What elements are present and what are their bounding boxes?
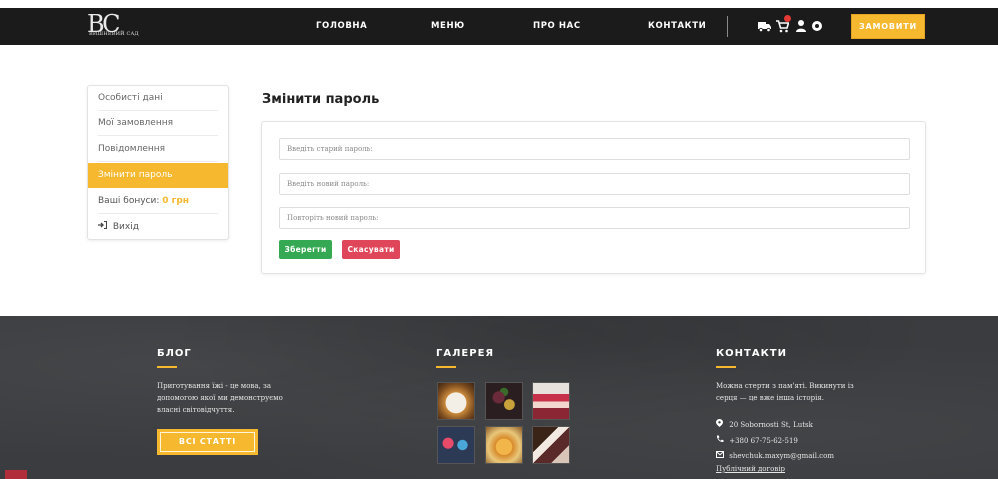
nav-menu[interactable]: МЕНЮ <box>431 21 465 31</box>
blog-text-line: Приготування їжі - це мова, за <box>157 382 272 390</box>
email-text[interactable]: shevchuk.maxym@gmail.com <box>729 452 834 460</box>
user-icon[interactable] <box>796 19 806 33</box>
blog-text-line: допомогою якої ми демонструємо <box>157 394 283 402</box>
cancel-button[interactable]: Скасувати <box>342 240 400 259</box>
sidebar-item-change-password[interactable]: Змінити пароль <box>88 163 228 188</box>
phone-icon <box>716 435 727 445</box>
gallery-image-desserts[interactable] <box>485 382 523 420</box>
cart-count-badge <box>784 15 791 22</box>
old-password-input[interactable] <box>279 138 910 160</box>
address-text: 20 Sobornosti St, Lutsk <box>729 421 813 429</box>
settings-icon[interactable] <box>811 19 823 33</box>
public-contract-link[interactable]: Публічний договір <box>716 465 785 473</box>
site-footer: БЛОГ Приготування їжі - це мова, за допо… <box>0 316 998 479</box>
divider <box>98 161 218 162</box>
corner-badge <box>5 470 27 479</box>
truck-icon[interactable] <box>758 19 772 33</box>
gallery-image-pastries[interactable] <box>485 426 523 464</box>
gallery-image-cake-slice[interactable] <box>437 382 475 420</box>
all-articles-button[interactable]: ВСІ СТАТТІ <box>157 429 258 455</box>
account-sidebar: Особисті дані Мої замовлення Повідомленн… <box>87 85 229 240</box>
blog-text-line: власні світовідчуття. <box>157 406 235 414</box>
sidebar-item-personal-data[interactable]: Особисті дані <box>88 86 228 111</box>
logo-text: ВИШНЕВИЙ САД <box>89 31 139 37</box>
sidebar-item-label: Повідомлення <box>98 144 166 154</box>
sidebar-item-label: Особисті дані <box>98 93 163 103</box>
sidebar-item-logout[interactable]: Вихід <box>88 214 228 239</box>
sidebar-item-label: Змінити пароль <box>98 170 173 180</box>
new-password-input[interactable] <box>279 173 910 195</box>
change-password-form: Зберегти Скасувати <box>261 121 926 274</box>
map-marker-icon <box>716 419 727 429</box>
logo[interactable]: BC ВИШНЕВИЙ САД <box>87 10 139 42</box>
site-header: BC ВИШНЕВИЙ САД ГОЛОВНА МЕНЮ ПРО НАС КОН… <box>0 8 998 45</box>
gallery-title: ГАЛЕРЕЯ <box>436 348 495 359</box>
contact-address: 20 Sobornosti St, Lutsk <box>716 419 813 429</box>
logout-label: Вихід <box>112 222 139 232</box>
divider <box>98 135 218 136</box>
sign-out-icon <box>98 214 108 239</box>
nav-contacts[interactable]: КОНТАКТИ <box>648 21 706 31</box>
page-title: Змінити пароль <box>262 92 380 107</box>
order-button[interactable]: ЗАМОВИТИ <box>851 14 925 39</box>
contacts-text-line: Можна стерти з пам'яті. Викинути із <box>716 382 854 390</box>
nav-home[interactable]: ГОЛОВНА <box>316 21 367 31</box>
contact-email: shevchuk.maxym@gmail.com <box>716 451 834 460</box>
nav-divider <box>727 16 728 37</box>
envelope-icon <box>716 451 727 460</box>
gallery-image-chocolate-cake[interactable] <box>532 426 570 464</box>
title-underline <box>716 366 736 368</box>
nav-about[interactable]: ПРО НАС <box>533 21 581 31</box>
bonus-value: 0 грн <box>162 196 190 206</box>
gallery-image-strawberry-cake[interactable] <box>532 382 570 420</box>
contacts-text-line: серця — це вже інша історія. <box>716 394 824 402</box>
sidebar-item-bonuses[interactable]: Ваші бонуси: 0 грн <box>88 189 228 214</box>
sidebar-item-messages[interactable]: Повідомлення <box>88 137 228 162</box>
contact-phone: +380 67-75-62-519 <box>716 435 798 445</box>
title-underline <box>436 366 456 368</box>
blog-text: Приготування їжі - це мова, за допомогою… <box>157 380 283 416</box>
bonus-label: Ваші бонуси: <box>98 196 160 206</box>
sidebar-item-label: Мої замовлення <box>98 118 174 128</box>
repeat-password-input[interactable] <box>279 207 910 229</box>
sidebar-item-orders[interactable]: Мої замовлення <box>88 111 228 136</box>
save-button[interactable]: Зберегти <box>279 240 332 259</box>
contacts-text: Можна стерти з пам'яті. Викинути із серц… <box>716 380 854 404</box>
title-underline <box>157 366 177 368</box>
gallery-image-donuts[interactable] <box>437 426 475 464</box>
phone-text: +380 67-75-62-519 <box>729 437 798 445</box>
contacts-title: КОНТАКТИ <box>716 348 787 359</box>
blog-title: БЛОГ <box>157 348 192 359</box>
